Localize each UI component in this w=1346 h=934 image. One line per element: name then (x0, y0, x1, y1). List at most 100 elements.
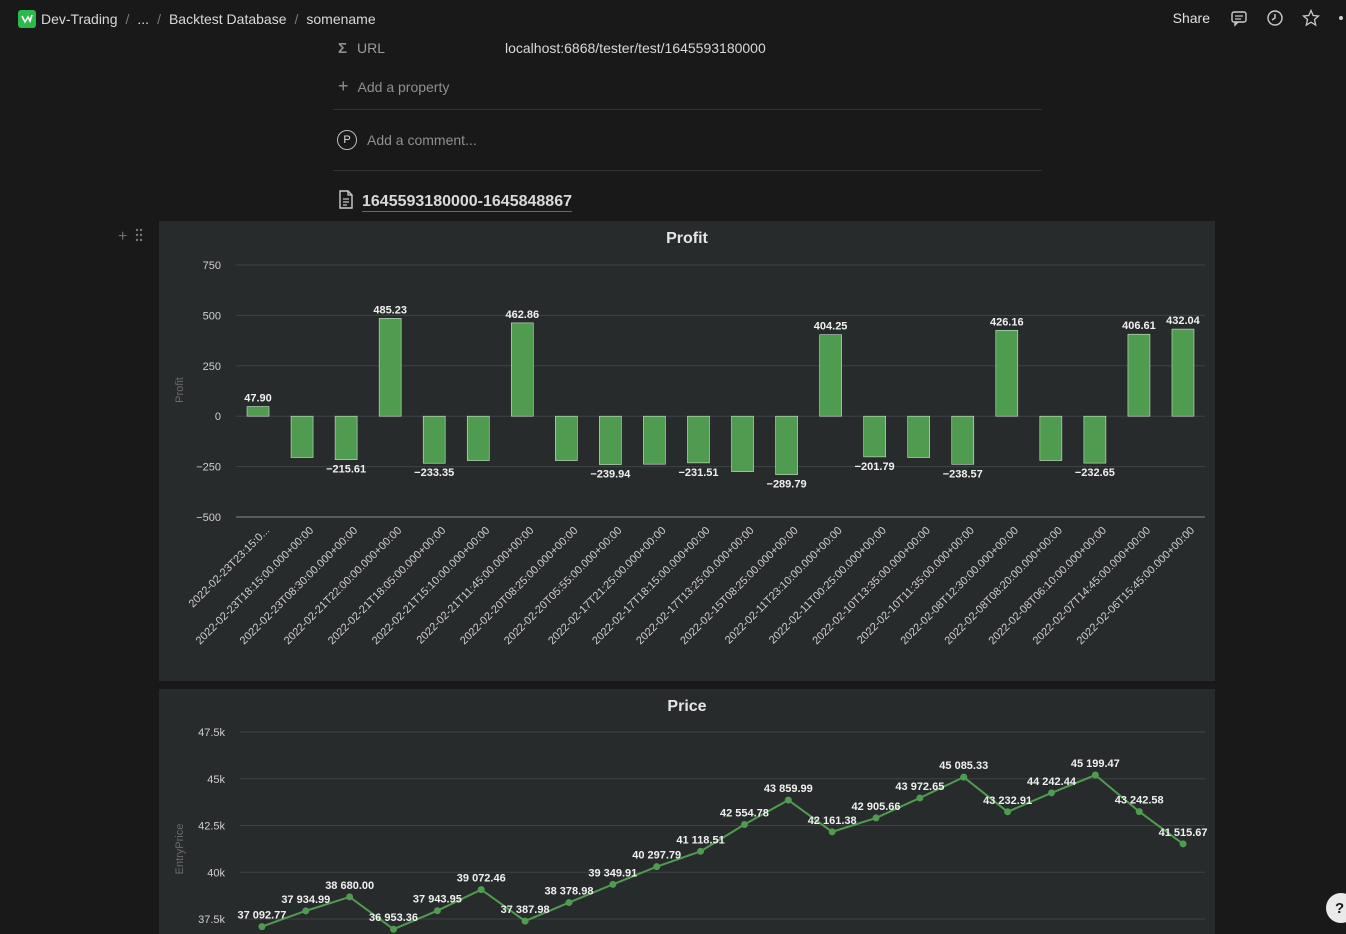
data-point (302, 907, 310, 915)
comment-input[interactable]: P Add a comment... (337, 130, 477, 150)
bar (510, 322, 534, 417)
add-block-plus-icon[interactable]: + (118, 228, 127, 247)
y-tick-label: −250 (196, 462, 221, 474)
data-label: 485.23 (373, 304, 407, 316)
data-point (1179, 840, 1187, 848)
property-url-row[interactable]: Σ URL localhost:6868/tester/test/1645593… (338, 38, 1042, 58)
help-button[interactable]: ? (1326, 893, 1346, 923)
data-label: 37 943.95 (413, 894, 462, 906)
drag-handle-icon[interactable] (135, 228, 143, 247)
data-point (258, 923, 266, 931)
y-tick-label: 750 (203, 260, 221, 272)
y-tick-label: 500 (203, 310, 221, 322)
y-tick-label: 37.5k (198, 914, 225, 926)
bar (907, 415, 931, 458)
data-label: 36 953.36 (369, 912, 418, 924)
data-point (697, 847, 705, 855)
data-label: −215.61 (326, 464, 366, 476)
formula-sigma-icon: Σ (338, 39, 348, 57)
profit-chart: Profit Profit 750 500 250 0 −250 −500 47.90 202… (159, 221, 1215, 681)
y-tick-label: 250 (203, 361, 221, 373)
data-label: 45 199.47 (1071, 758, 1120, 770)
bar (334, 415, 358, 460)
bar (290, 415, 314, 458)
history-clock-icon[interactable] (1266, 9, 1284, 27)
data-label: 43 242.58 (1115, 795, 1164, 807)
data-label: −231.51 (678, 467, 718, 479)
workspace-icon (18, 10, 36, 28)
chart-title: Price (667, 698, 706, 715)
bar (643, 415, 666, 465)
y-axis-label: EntryPrice (174, 824, 186, 875)
bar (422, 415, 446, 464)
data-label: −233.35 (414, 467, 454, 479)
data-label: 43 972.65 (895, 781, 944, 793)
y-tick-label: 45k (207, 774, 225, 786)
file-link-label: 1645593180000-1645848867 (362, 192, 572, 212)
more-options-icon[interactable] (1338, 9, 1346, 27)
breadcrumb-parent[interactable]: Backtest Database (169, 11, 287, 27)
data-label: −232.65 (1075, 467, 1115, 479)
bar (995, 329, 1019, 417)
comments-icon[interactable] (1230, 9, 1248, 27)
data-label: −201.79 (855, 461, 895, 473)
y-tick-label: 47.5k (198, 727, 225, 739)
data-point (960, 773, 968, 781)
bar (1039, 415, 1063, 461)
share-button[interactable]: Share (1173, 10, 1210, 26)
y-tick-label: 0 (215, 411, 221, 423)
chart-title: Profit (666, 230, 708, 247)
data-label: 43 859.99 (764, 783, 813, 795)
data-point (565, 899, 573, 907)
bar (687, 415, 710, 464)
data-label: 42 905.66 (852, 801, 901, 813)
bar (951, 415, 975, 465)
breadcrumb-workspace[interactable]: Dev-Trading (41, 11, 118, 27)
data-label: 37 387.98 (501, 904, 550, 916)
data-label: 406.61 (1122, 320, 1156, 332)
bar (555, 415, 578, 461)
breadcrumb-ellipsis[interactable]: ... (137, 11, 149, 27)
data-point (1004, 808, 1012, 816)
data-label: 38 680.00 (325, 880, 374, 892)
block-handles: + (118, 228, 143, 247)
property-url-value[interactable]: localhost:6868/tester/test/1645593180000 (505, 40, 766, 56)
data-label: 45 085.33 (939, 760, 988, 772)
add-property-button[interactable]: + Add a property (338, 76, 449, 97)
bar (1127, 333, 1151, 417)
series-line (261, 773, 1184, 931)
top-actions: Share (1173, 9, 1346, 27)
y-tick-label: 42.5k (198, 821, 225, 833)
data-point (390, 925, 398, 933)
data-point (784, 796, 792, 804)
breadcrumb: Dev-Trading / ... / Backtest Database / … (18, 10, 376, 28)
y-axis-label: Profit (174, 377, 186, 403)
add-property-label: Add a property (357, 78, 450, 95)
data-label: 37 092.77 (237, 910, 286, 922)
breadcrumb-page[interactable]: somename (306, 11, 375, 27)
breadcrumb-separator: / (125, 11, 130, 27)
bar (731, 415, 754, 472)
bar (378, 318, 402, 417)
divider (333, 170, 1042, 171)
data-point (872, 814, 880, 822)
data-point (609, 880, 617, 888)
data-label: 39 349.91 (588, 867, 637, 879)
divider (333, 109, 1042, 110)
file-page-link[interactable]: 1645593180000-1645848867 (338, 190, 572, 214)
data-point (477, 886, 485, 894)
data-label: 404.25 (814, 321, 848, 333)
page-document-icon (338, 190, 354, 214)
data-label: 44 242.44 (1027, 776, 1077, 788)
data-point (521, 917, 529, 925)
data-label: 39 072.46 (457, 873, 506, 885)
favorite-star-icon[interactable] (1302, 9, 1320, 27)
bar (863, 415, 886, 458)
data-point (916, 794, 924, 802)
bar (466, 415, 490, 461)
data-point (828, 828, 836, 836)
data-label: 41 118.51 (676, 834, 724, 846)
y-tick-label: 40k (207, 867, 225, 879)
data-label: 38 378.98 (545, 886, 594, 898)
price-chart-svg: Price EntryPrice 47.5k 45k 42.5k 40k 37.5k 37… (174, 698, 1208, 933)
